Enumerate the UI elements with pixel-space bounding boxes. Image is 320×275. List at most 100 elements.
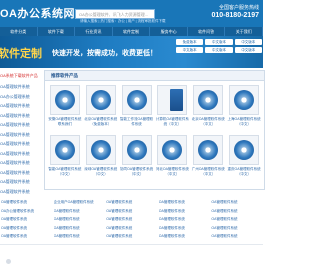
search-input[interactable]: OA办公管理软件、讯飞人力资源管理... <box>75 9 155 19</box>
bottom-link[interactable]: OA管理软件系统 <box>1 215 53 224</box>
bottom-link[interactable]: OA管理软件系统 <box>106 207 158 216</box>
bottom-link[interactable]: OA管理软件系统 <box>106 198 158 207</box>
product-label[interactable]: 智能OA管理软件系统（中文） <box>47 167 83 176</box>
product-label[interactable]: 智能工作流OA管理软件系统 <box>119 117 155 126</box>
product-card[interactable]: 上海OA管理软件系统（中文） <box>226 85 262 133</box>
bottom-link[interactable]: OA管理软件系统 <box>159 232 211 241</box>
bottom-link[interactable]: OA管理软件系统 <box>1 232 53 241</box>
product-box-icon <box>85 135 116 165</box>
bottom-link[interactable]: OA管理软件系统 <box>106 215 158 224</box>
banner-tag[interactable]: 免费版本 <box>176 39 204 45</box>
product-card[interactable]: 重庆OA管理软件系统（中文） <box>226 135 262 183</box>
product-box-icon <box>229 85 260 115</box>
nav-item[interactable]: 行业资讯 <box>75 27 113 36</box>
bottom-link[interactable]: OA管理软件系统 <box>211 198 263 207</box>
left-list-item[interactable]: OA管理软件系统 <box>0 187 40 197</box>
banner-tags: 免费版本 中文版本 中文版本 中文版本 中文版本 中文版本 <box>176 39 262 55</box>
product-card[interactable]: 安徽OA管理软件系统联系我们 <box>47 85 83 133</box>
bottom-link-column: 企业用户OA管理软件系统 OA管理软件系统 OA管理软件系统 OA管理软件系统 OA管理… <box>53 198 106 242</box>
product-label[interactable]: 上海OA管理软件系统（中文） <box>226 117 262 126</box>
banner-tag[interactable]: 中文版本 <box>176 47 204 53</box>
product-label[interactable]: 广州OA管理软件系统（中文） <box>190 167 226 176</box>
banner-tag[interactable]: 中文版本 <box>205 39 233 45</box>
banner-tag[interactable]: 中文版本 <box>234 47 262 53</box>
bottom-link-column: OA管理软件系统 OA管理软件系统 OA管理软件系统 OA管理软件系统 OA管理软件系统 <box>158 198 211 242</box>
left-list-item[interactable]: OA管理软件系统 <box>0 130 40 140</box>
bottom-link[interactable]: OA管理软件系统 <box>1 198 53 207</box>
product-card[interactable]: 深圳OA管理软件系统（中文） <box>83 135 119 183</box>
left-list-item[interactable]: OA管理软件系统 <box>0 158 40 168</box>
left-list-item[interactable]: OA管理软件系统 <box>0 168 40 178</box>
bottom-link[interactable]: OA管理软件系统 <box>1 224 53 233</box>
product-box-icon <box>121 85 152 115</box>
site-logo[interactable]: OA办公系统网 <box>0 5 75 21</box>
bottom-link[interactable]: OA管理软件系统 <box>211 224 263 233</box>
product-card[interactable]: 智能OA管理软件系统（中文） <box>47 135 83 183</box>
product-label[interactable]: 协同OA管理软件系统（中文） <box>119 167 155 176</box>
hotline-number: 010-8180-2197 <box>211 12 260 19</box>
footer-divider <box>0 244 263 245</box>
bottom-link[interactable]: OA管理软件系统 <box>159 224 211 233</box>
nav-item[interactable]: 软件下载 <box>38 27 76 36</box>
software-box-icon <box>170 89 184 111</box>
bottom-link[interactable]: OA管理软件系统 <box>54 232 106 241</box>
bottom-link[interactable]: OA管理软件系统 <box>106 232 158 241</box>
bottom-link[interactable]: OA管理软件系统 <box>159 198 211 207</box>
product-card[interactable]: 北京OA管理软件系统（免费版本） <box>83 85 119 133</box>
bottom-link[interactable]: OA办公管理软件系统 <box>1 207 53 216</box>
product-label[interactable]: 北京OA管理软件系统（免费版本） <box>83 117 119 126</box>
bottom-link[interactable]: OA管理软件系统 <box>106 224 158 233</box>
products-header: 推荐软件产品 <box>45 71 264 81</box>
product-box-icon <box>193 135 224 165</box>
product-card[interactable]: 河北OA管理软件系统（中文） <box>154 135 190 183</box>
product-box-icon <box>121 135 152 165</box>
left-list-item[interactable]: OA管理软件系统 <box>0 120 40 130</box>
product-label[interactable]: 深圳OA管理软件系统（中文） <box>83 167 119 176</box>
hot-search-links[interactable]: 请输入搜索 | 热门搜索：办公 | 用户 | 流程审批软件下载 <box>80 19 166 24</box>
cd-disc-icon <box>90 90 111 110</box>
product-label[interactable]: 重庆OA管理软件系统（中文） <box>226 167 262 176</box>
cd-disc-icon <box>234 140 255 160</box>
bottom-link[interactable]: OA管理软件系统 <box>159 207 211 216</box>
bottom-link[interactable]: OA管理软件系统 <box>211 215 263 224</box>
left-category-list: OA系统下载软件产品 OA管理软件系统 OA办公管理系统 OA管理软件系统 OA… <box>0 73 40 196</box>
nav-item[interactable]: 关于我们 <box>225 27 264 36</box>
left-list-item[interactable]: OA管理软件系统 <box>0 111 40 121</box>
product-card[interactable]: 智能工作流OA管理软件系统 <box>119 85 155 133</box>
left-list-item[interactable]: OA管理软件系统 <box>0 177 40 187</box>
product-label[interactable]: 河北OA管理软件系统（中文） <box>154 167 190 176</box>
nav-item[interactable]: 服务中心 <box>150 27 188 36</box>
bottom-link[interactable]: OA管理软件系统 <box>54 207 106 216</box>
left-list-item[interactable]: OA管理软件系统 <box>0 101 40 111</box>
bottom-link[interactable]: OA管理软件系统 <box>54 224 106 233</box>
hotline-label: 全国客户服务热线 <box>218 5 259 11</box>
banner-tag[interactable]: 中文版本 <box>205 47 233 53</box>
bottom-link[interactable]: OA管理软件系统 <box>211 207 263 216</box>
product-label[interactable]: 安徽OA管理软件系统联系我们 <box>47 117 83 126</box>
bottom-link[interactable]: OA管理软件系统 <box>54 215 106 224</box>
left-list-item[interactable]: OA管理软件系统 <box>0 139 40 149</box>
banner-tag[interactable]: 中文版本 <box>234 39 262 45</box>
product-card[interactable]: 计算机OA管理软件系统（中文） <box>154 85 190 133</box>
product-card[interactable]: 协同OA管理软件系统（中文） <box>119 135 155 183</box>
product-card[interactable]: 广州OA管理软件系统（中文） <box>190 135 226 183</box>
nav-item[interactable]: 软件问答 <box>188 27 226 36</box>
product-card[interactable]: 北京OA管理软件系统（中文） <box>190 85 226 133</box>
bottom-link[interactable]: OA管理软件系统 <box>211 232 263 241</box>
left-list-item[interactable]: OA管理软件系统 <box>0 82 40 92</box>
products-title: 推荐软件产品 <box>51 73 78 78</box>
product-label[interactable]: 计算机OA管理软件系统（中文） <box>154 117 190 126</box>
nav-item[interactable]: 软件分类 <box>0 27 38 36</box>
cd-disc-icon <box>234 90 255 110</box>
main-nav: 软件分类 软件下载 行业资讯 软件定制 服务中心 软件问答 关于我们 <box>0 27 264 36</box>
nav-item[interactable]: 软件定制 <box>113 27 151 36</box>
search-placeholder: OA办公管理软件、讯飞人力资源管理... <box>79 11 149 17</box>
cd-disc-icon <box>54 90 75 110</box>
product-label[interactable]: 北京OA管理软件系统（中文） <box>190 117 226 126</box>
bottom-link-column: OA管理软件系统 OA管理软件系统 OA管理软件系统 OA管理软件系统 OA管理软件系统 <box>105 198 158 242</box>
left-list-item[interactable]: OA办公管理系统 <box>0 92 40 102</box>
product-grid: 安徽OA管理软件系统联系我们 北京OA管理软件系统（免费版本） 智能工作流OA管理软… <box>47 85 262 183</box>
bottom-link[interactable]: OA管理软件系统 <box>159 215 211 224</box>
left-list-item[interactable]: OA管理软件系统 <box>0 149 40 159</box>
bottom-link[interactable]: 企业用户OA管理软件系统 <box>54 198 106 207</box>
